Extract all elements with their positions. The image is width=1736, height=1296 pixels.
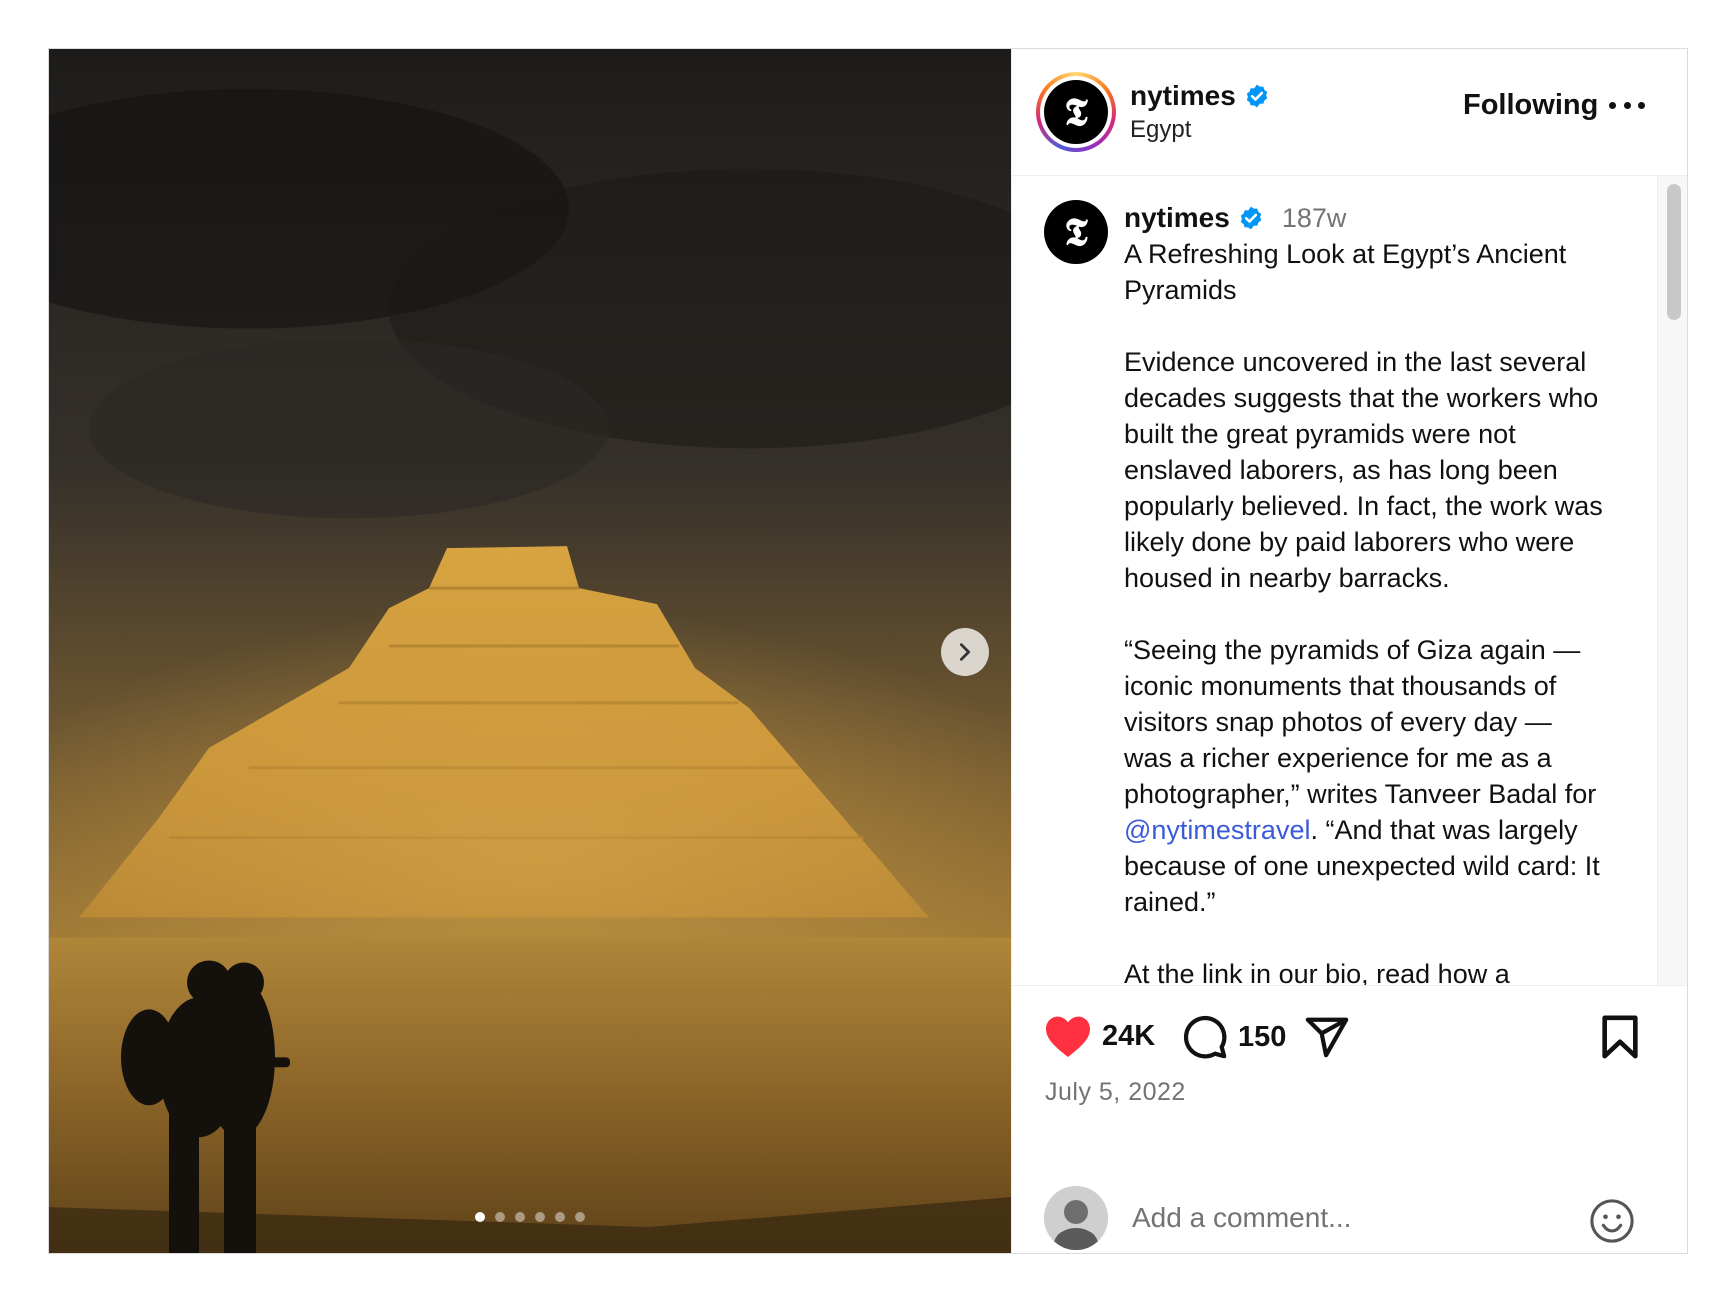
- more-dots-icon[interactable]: [1609, 99, 1645, 111]
- mention-link[interactable]: @nytimestravel: [1124, 815, 1310, 845]
- caption-scroll-area[interactable]: 𝕿 nytimes 187w A Refreshing Look at Egyp…: [1012, 176, 1687, 986]
- post-time[interactable]: 187w: [1282, 203, 1347, 234]
- caption-paragraph: At the link in our bio, read how a: [1124, 959, 1510, 986]
- carousel-indicator: [475, 1212, 585, 1222]
- action-bar: 24K 150 July 5, 2022: [1012, 986, 1687, 1154]
- caption: 𝕿 nytimes 187w A Refreshing Look at Egyp…: [1044, 200, 1611, 986]
- caption-paragraph: Evidence uncovered in the last several d…: [1124, 347, 1611, 593]
- nyt-logo-icon: 𝕿: [1044, 80, 1108, 144]
- caption-paragraph: “Seeing the pyramids of Giza again — ico…: [1124, 635, 1608, 917]
- paper-plane-icon: [1305, 1017, 1349, 1058]
- save-button[interactable]: [1600, 1014, 1640, 1060]
- next-image-button[interactable]: [941, 628, 989, 676]
- post-date: July 5, 2022: [1045, 1078, 1186, 1106]
- author-username[interactable]: nytimes: [1130, 80, 1236, 112]
- carousel-dot: [495, 1212, 505, 1222]
- post-side-panel: 𝕿 nytimes Egypt Following 𝕿 nytimes 187w…: [1011, 49, 1687, 1253]
- post-location[interactable]: Egypt: [1130, 116, 1270, 144]
- carousel-dot: [515, 1212, 525, 1222]
- like-button[interactable]: 24K: [1044, 1014, 1155, 1058]
- author-avatar[interactable]: 𝕿: [1036, 72, 1116, 152]
- verified-badge-icon: [1246, 84, 1268, 108]
- carousel-dot: [575, 1212, 585, 1222]
- caption-username[interactable]: nytimes: [1124, 202, 1230, 234]
- post-media[interactable]: [49, 49, 1011, 1253]
- carousel-dot: [555, 1212, 565, 1222]
- chevron-right-icon: [959, 643, 971, 661]
- carousel-dot: [535, 1212, 545, 1222]
- carousel-dot: [475, 1212, 485, 1222]
- smiley-icon[interactable]: [1589, 1198, 1635, 1244]
- comment-bubble-icon: [1183, 1015, 1227, 1059]
- caption-scrollbar[interactable]: [1657, 176, 1687, 985]
- instagram-post: 𝕿 nytimes Egypt Following 𝕿 nytimes 187w…: [48, 48, 1688, 1254]
- current-user-avatar[interactable]: [1044, 1186, 1108, 1250]
- share-button[interactable]: [1304, 1014, 1350, 1060]
- heart-filled-icon: [1046, 1016, 1090, 1057]
- nyt-logo-icon: 𝕿: [1044, 200, 1108, 264]
- comment-input[interactable]: [1132, 1194, 1532, 1242]
- user-photo: [1044, 1186, 1108, 1250]
- caption-avatar[interactable]: 𝕿: [1044, 200, 1108, 985]
- verified-badge-icon: [1240, 206, 1262, 230]
- like-count[interactable]: 24K: [1102, 1020, 1155, 1053]
- post-header: 𝕿 nytimes Egypt Following: [1012, 49, 1687, 176]
- caption-title: A Refreshing Look at Egypt’s Ancient Pyr…: [1124, 239, 1574, 305]
- comment-bar: [1012, 1154, 1687, 1253]
- comment-count[interactable]: 150: [1238, 1021, 1286, 1054]
- comment-button[interactable]: 150: [1182, 1014, 1286, 1060]
- scrollbar-thumb[interactable]: [1667, 184, 1681, 320]
- following-button[interactable]: Following: [1463, 89, 1598, 122]
- pyramid-photo: [49, 49, 1011, 1253]
- bookmark-icon: [1602, 1015, 1638, 1059]
